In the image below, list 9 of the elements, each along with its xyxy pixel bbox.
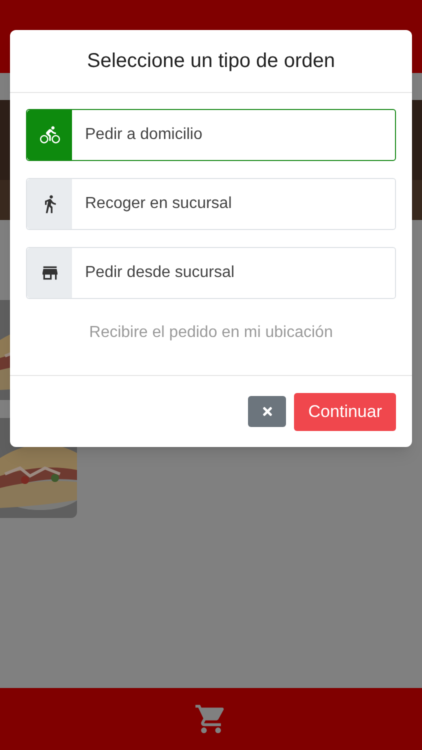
dialog-title: Seleccione un tipo de orden: [87, 49, 335, 74]
close-icon: [260, 405, 274, 418]
order-type-option[interactable]: Recoger en sucursal: [26, 178, 396, 230]
order-type-option[interactable]: Pedir desde sucursal: [26, 247, 396, 299]
close-button[interactable]: [248, 396, 286, 427]
order-type-option[interactable]: Pedir a domicilio: [26, 109, 396, 161]
continue-button[interactable]: Continuar: [294, 392, 396, 430]
order-type-description: Recibire el pedido en mi ubicación: [88, 323, 334, 343]
bicycle-icon: [40, 125, 60, 145]
